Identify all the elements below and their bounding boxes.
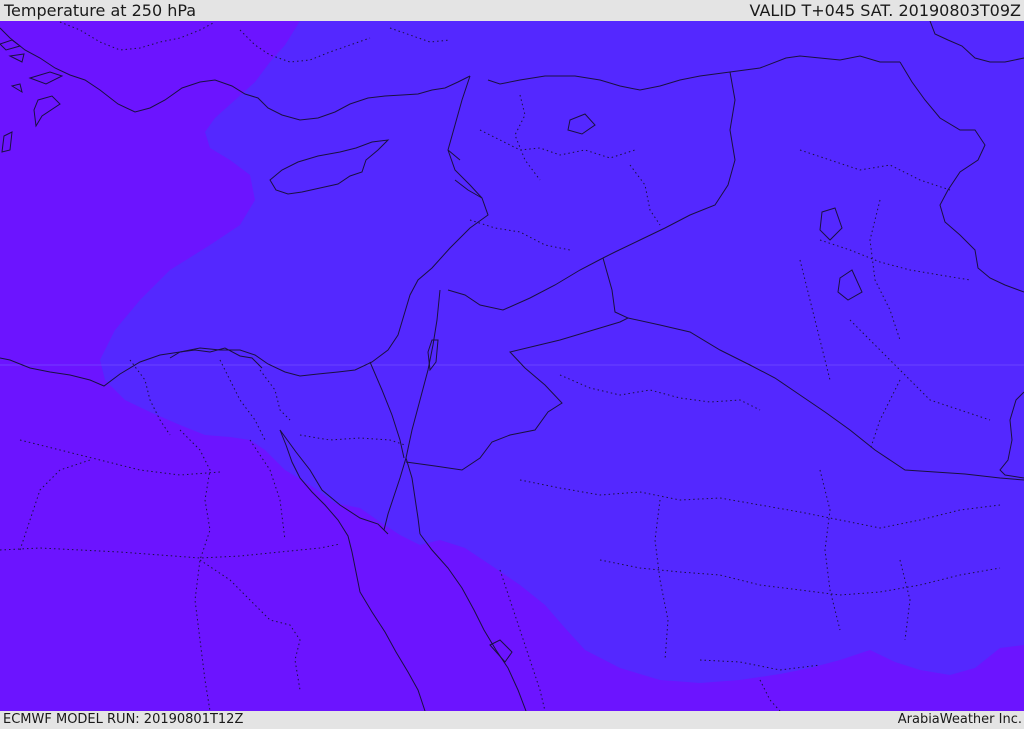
header-bar: Temperature at 250 hPa VALID T+045 SAT. … xyxy=(0,0,1024,21)
footer-bar: ECMWF MODEL RUN: 20190801T12Z ArabiaWeat… xyxy=(0,711,1024,729)
map-title: Temperature at 250 hPa xyxy=(4,1,197,20)
map-canvas xyxy=(0,21,1024,711)
valid-time: VALID T+045 SAT. 20190803T09Z xyxy=(749,1,1021,20)
model-run: ECMWF MODEL RUN: 20190801T12Z xyxy=(3,712,244,727)
map-frame: Temperature at 250 hPa VALID T+045 SAT. … xyxy=(0,0,1024,729)
temperature-map xyxy=(0,21,1024,711)
credit: ArabiaWeather Inc. xyxy=(897,712,1022,727)
